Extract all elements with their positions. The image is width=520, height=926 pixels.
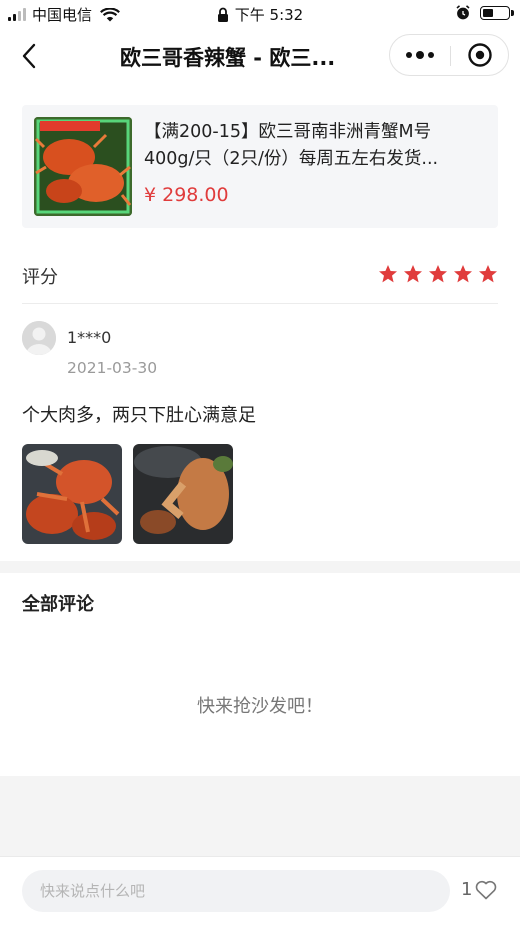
status-time: 下午 5:32 — [234, 6, 304, 24]
mini-program-capsule — [389, 34, 509, 76]
star-icon — [479, 265, 497, 283]
section-divider — [0, 561, 520, 573]
review-date: 2021-03-30 — [67, 359, 158, 377]
bottom-bar: 1 — [0, 856, 520, 926]
comment-input[interactable] — [22, 870, 450, 912]
product-price: ¥ 298.00 — [144, 184, 229, 206]
lock-icon — [217, 7, 228, 22]
star-icon — [454, 265, 472, 283]
status-right — [456, 5, 514, 20]
avatar — [22, 321, 56, 355]
star-icon — [404, 265, 422, 283]
empty-comments-text: 快来抢沙发吧！ — [197, 696, 323, 717]
battery-icon — [480, 5, 514, 20]
comments-title: 全部评论 — [22, 594, 94, 615]
review-user: 1***0 — [67, 328, 112, 347]
heart-icon — [476, 880, 497, 899]
target-close-icon[interactable] — [450, 35, 510, 75]
status-bar: 中国电信 下午 5:32 — [0, 0, 520, 28]
product-image — [34, 117, 132, 216]
more-dots-icon[interactable] — [390, 35, 450, 75]
page-footer-background — [0, 776, 520, 856]
rating-stars — [378, 264, 498, 284]
rating-label: 评分 — [22, 267, 58, 288]
nav-bar: 欧三哥香辣蟹 - 欧三... — [0, 28, 520, 86]
rating-row: 评分 — [22, 245, 498, 304]
review-photo[interactable] — [133, 444, 233, 544]
status-center: 下午 5:32 — [0, 4, 520, 26]
review-photo[interactable] — [22, 444, 122, 544]
star-icon — [379, 265, 397, 283]
product-card[interactable]: 【满200-15】欧三哥南非洲青蟹M号400g/只（2只/份）每周五左右发货..… — [22, 105, 498, 228]
like-count: 1 — [461, 879, 473, 900]
review-text: 个大肉多，两只下肚心满意足 — [22, 405, 256, 426]
star-icon — [429, 265, 447, 283]
chevron-left-icon[interactable] — [14, 40, 46, 72]
alarm-icon — [456, 5, 470, 20]
page-title: 欧三哥香辣蟹 - 欧三... — [120, 46, 336, 70]
like-button[interactable]: 1 — [461, 879, 497, 900]
product-name: 【满200-15】欧三哥南非洲青蟹M号400g/只（2只/份）每周五左右发货..… — [144, 122, 439, 169]
